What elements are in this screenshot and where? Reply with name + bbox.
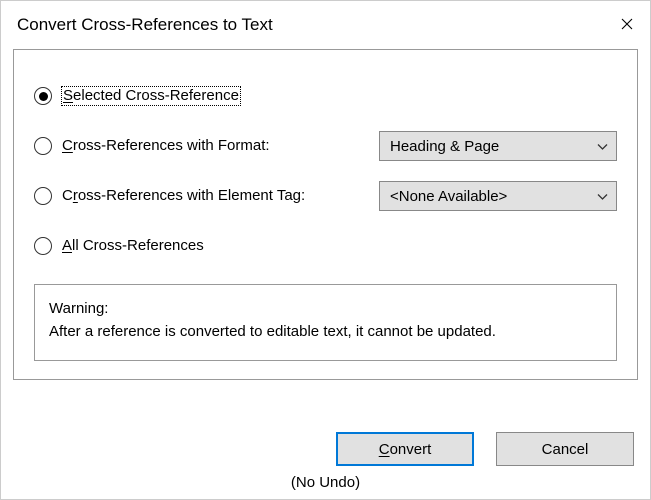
chevron-down-icon: [597, 188, 608, 205]
cancel-button[interactable]: Cancel: [496, 432, 634, 466]
radio-with-tag[interactable]: [34, 187, 52, 205]
warning-heading: Warning:: [49, 297, 602, 320]
close-button[interactable]: [604, 9, 650, 41]
titlebar: Convert Cross-References to Text: [1, 1, 650, 49]
format-combo[interactable]: Heading & Page: [379, 131, 617, 161]
radio-selected[interactable]: [34, 87, 52, 105]
dialog-title: Convert Cross-References to Text: [17, 15, 273, 35]
options-panel: Selected Cross-Reference Cross-Reference…: [13, 49, 638, 380]
convert-button-label: Convert: [379, 441, 432, 458]
cancel-button-label: Cancel: [542, 441, 589, 458]
radio-all[interactable]: [34, 237, 52, 255]
option-all-label: All Cross-References: [62, 237, 204, 255]
option-with-tag-label: Cross-References with Element Tag:: [62, 187, 305, 205]
option-with-format-label: Cross-References with Format:: [62, 137, 270, 155]
content-area: Selected Cross-Reference Cross-Reference…: [1, 49, 650, 422]
chevron-down-icon: [597, 138, 608, 155]
footer: Convert Cancel: [1, 422, 650, 470]
tag-combo[interactable]: <None Available>: [379, 181, 617, 211]
radio-with-format[interactable]: [34, 137, 52, 155]
close-icon: [621, 15, 633, 35]
option-all[interactable]: All Cross-References: [34, 230, 617, 262]
dialog: Convert Cross-References to Text Selecte…: [0, 0, 651, 500]
tag-combo-value: <None Available>: [390, 188, 507, 205]
option-selected[interactable]: Selected Cross-Reference: [34, 80, 617, 112]
no-undo-label: (No Undo): [1, 470, 650, 499]
convert-button[interactable]: Convert: [336, 432, 474, 466]
warning-box: Warning: After a reference is converted …: [34, 284, 617, 361]
option-with-tag[interactable]: Cross-References with Element Tag: <None…: [34, 180, 617, 212]
warning-body: After a reference is converted to editab…: [49, 320, 602, 343]
option-with-format[interactable]: Cross-References with Format: Heading & …: [34, 130, 617, 162]
format-combo-value: Heading & Page: [390, 138, 499, 155]
option-selected-label: Selected Cross-Reference: [62, 87, 240, 105]
